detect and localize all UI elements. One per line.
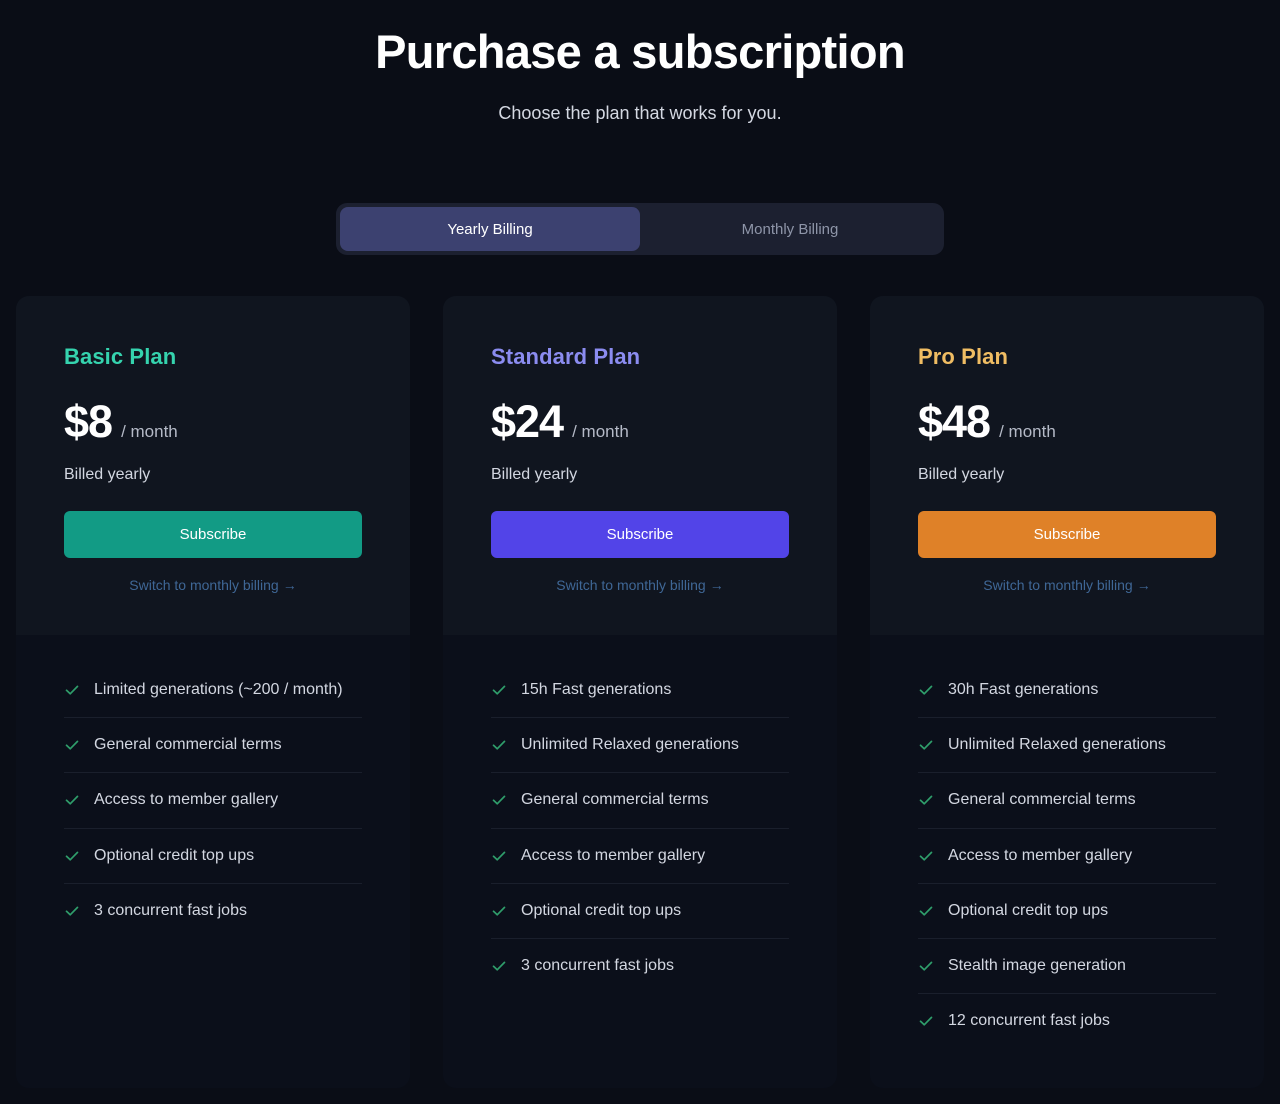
price-row-pro: $48 / month — [918, 399, 1216, 444]
plan-period-standard: / month — [572, 422, 629, 441]
billing-note-basic: Billed yearly — [64, 466, 151, 483]
check-icon — [491, 737, 507, 753]
check-icon — [64, 848, 80, 864]
check-icon — [918, 958, 934, 974]
list-item: 3 concurrent fast jobs — [491, 939, 789, 993]
billing-toggle-wrapper: Yearly Billing Monthly Billing — [0, 203, 1280, 256]
feature-text: 3 concurrent fast jobs — [94, 901, 247, 919]
page-header: Purchase a subscription Choose the plan … — [0, 0, 1280, 124]
feature-text: Stealth image generation — [948, 956, 1126, 974]
pricing-card-list: Basic Plan $8 / month Billed yearly Subs… — [0, 296, 1280, 1089]
switch-billing-link-pro[interactable]: Switch to monthly billing → — [918, 577, 1216, 593]
list-item: Access to member gallery — [491, 829, 789, 884]
feature-text: 30h Fast generations — [948, 681, 1099, 698]
check-icon — [491, 958, 507, 974]
card-header-pro: Pro Plan $48 / month Billed yearly Subsc… — [870, 296, 1264, 635]
toggle-option-monthly[interactable]: Monthly Billing — [640, 207, 940, 251]
pricing-card-basic: Basic Plan $8 / month Billed yearly Subs… — [16, 296, 410, 1089]
plan-price-pro: $48 — [918, 396, 991, 447]
switch-billing-link-standard[interactable]: Switch to monthly billing → — [491, 577, 789, 593]
list-item: 3 concurrent fast jobs — [64, 884, 362, 938]
feature-text: Optional credit top ups — [948, 901, 1109, 919]
feature-text: Access to member gallery — [94, 791, 279, 809]
feature-text: Optional credit top ups — [94, 846, 255, 864]
price-row-standard: $24 / month — [491, 399, 789, 444]
check-icon — [918, 737, 934, 753]
plan-name-basic: Basic Plan — [64, 344, 177, 369]
list-item: Optional credit top ups — [918, 884, 1216, 939]
feature-text: Access to member gallery — [948, 846, 1133, 864]
page-title: Purchase a subscription — [375, 25, 905, 78]
feature-text: Access to member gallery — [521, 846, 706, 864]
plan-price-standard: $24 — [491, 396, 564, 447]
plan-period-pro: / month — [999, 422, 1056, 441]
feature-list-standard: 15h Fast generations Unlimited Relaxed g… — [443, 635, 837, 1089]
arrow-right-icon: → — [709, 577, 724, 593]
list-item: Limited generations (~200 / month) — [64, 663, 362, 719]
feature-text: Unlimited Relaxed generations — [521, 736, 739, 754]
list-item: General commercial terms — [918, 773, 1216, 829]
check-icon — [918, 903, 934, 919]
list-item: Stealth image generation — [918, 939, 1216, 995]
pricing-card-standard: Standard Plan $24 / month Billed yearly … — [443, 296, 837, 1089]
list-item: 15h Fast generations — [491, 663, 789, 719]
card-header-basic: Basic Plan $8 / month Billed yearly Subs… — [16, 296, 410, 635]
feature-text: Limited generations (~200 / month) — [94, 681, 343, 698]
list-item: Optional credit top ups — [491, 884, 789, 939]
feature-text: 15h Fast generations — [521, 681, 672, 698]
feature-text: 3 concurrent fast jobs — [521, 956, 674, 974]
list-item: Optional credit top ups — [64, 829, 362, 884]
plan-price-basic: $8 — [64, 396, 113, 447]
check-icon — [64, 792, 80, 808]
switch-billing-label-standard: Switch to monthly billing — [556, 577, 706, 593]
check-icon — [64, 737, 80, 753]
subscribe-button-standard[interactable]: Subscribe — [491, 511, 789, 558]
check-icon — [64, 903, 80, 919]
billing-toggle[interactable]: Yearly Billing Monthly Billing — [336, 203, 944, 256]
plan-name-standard: Standard Plan — [491, 344, 641, 369]
check-icon — [491, 903, 507, 919]
list-item: Access to member gallery — [64, 773, 362, 829]
pricing-card-pro: Pro Plan $48 / month Billed yearly Subsc… — [870, 296, 1264, 1089]
card-header-standard: Standard Plan $24 / month Billed yearly … — [443, 296, 837, 635]
switch-billing-label-pro: Switch to monthly billing — [983, 577, 1133, 593]
plan-period-basic: / month — [121, 422, 178, 441]
check-icon — [918, 1013, 934, 1029]
feature-text: Optional credit top ups — [521, 901, 682, 919]
check-icon — [918, 682, 934, 698]
arrow-right-icon: → — [1136, 577, 1151, 593]
check-icon — [918, 792, 934, 808]
feature-text: General commercial terms — [948, 791, 1136, 809]
price-row-basic: $8 / month — [64, 399, 362, 444]
switch-billing-link-basic[interactable]: Switch to monthly billing → — [64, 577, 362, 593]
subscribe-button-pro[interactable]: Subscribe — [918, 511, 1216, 558]
feature-text: General commercial terms — [521, 791, 709, 809]
switch-billing-label-basic: Switch to monthly billing — [129, 577, 279, 593]
list-item: General commercial terms — [491, 773, 789, 829]
check-icon — [918, 848, 934, 864]
pricing-page: Purchase a subscription Choose the plan … — [0, 0, 1280, 1104]
page-subtitle: Choose the plan that works for you. — [498, 103, 782, 124]
subscribe-button-basic[interactable]: Subscribe — [64, 511, 362, 558]
billing-note-pro: Billed yearly — [918, 466, 1005, 483]
list-item: General commercial terms — [64, 718, 362, 774]
check-icon — [491, 848, 507, 864]
feature-text: General commercial terms — [94, 736, 282, 754]
check-icon — [64, 682, 80, 698]
list-item: Access to member gallery — [918, 829, 1216, 884]
arrow-right-icon: → — [282, 577, 297, 593]
billing-note-standard: Billed yearly — [491, 466, 578, 483]
list-item: Unlimited Relaxed generations — [491, 718, 789, 774]
list-item: Unlimited Relaxed generations — [918, 718, 1216, 774]
feature-text: 12 concurrent fast jobs — [948, 1012, 1110, 1030]
check-icon — [491, 682, 507, 698]
plan-name-pro: Pro Plan — [918, 344, 1009, 369]
feature-list-basic: Limited generations (~200 / month) Gener… — [16, 635, 410, 1089]
list-item: 12 concurrent fast jobs — [918, 994, 1216, 1048]
toggle-option-yearly[interactable]: Yearly Billing — [340, 207, 640, 252]
list-item: 30h Fast generations — [918, 663, 1216, 719]
feature-list-pro: 30h Fast generations Unlimited Relaxed g… — [870, 635, 1264, 1089]
check-icon — [491, 792, 507, 808]
feature-text: Unlimited Relaxed generations — [948, 736, 1166, 754]
